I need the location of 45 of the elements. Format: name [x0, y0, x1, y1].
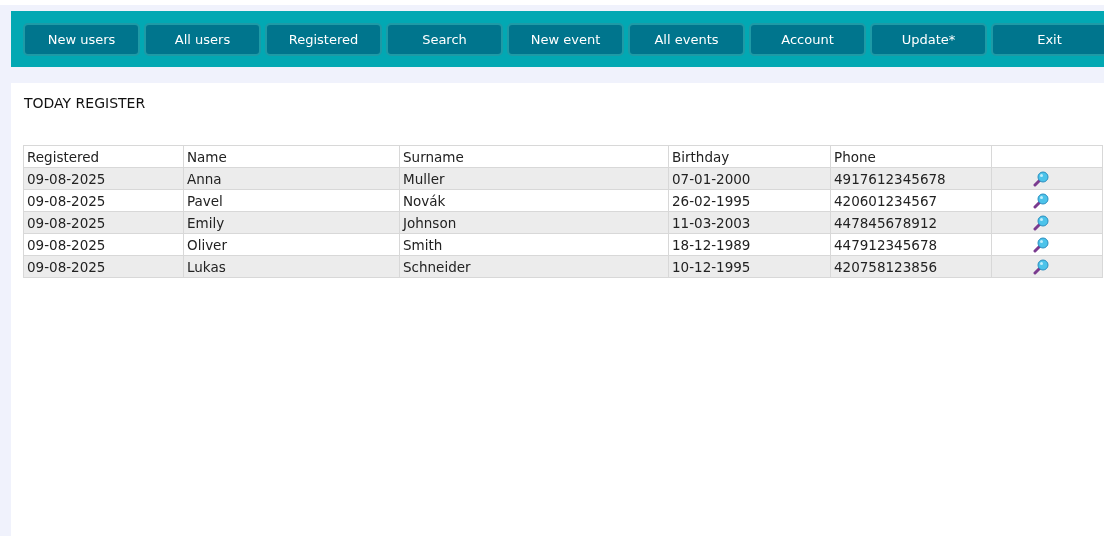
table-cell: Smith — [399, 233, 669, 256]
table-cell: 18-12-1989 — [668, 233, 831, 256]
table-cell: 4917612345678 — [830, 167, 992, 190]
table-cell: 09-08-2025 — [23, 233, 184, 256]
nav-button[interactable]: Search — [386, 22, 503, 56]
table-cell: 447845678912 — [830, 211, 992, 234]
table-cell: 09-08-2025 — [23, 255, 184, 278]
nav-button[interactable]: All events — [628, 22, 745, 56]
nav-button[interactable]: New event — [507, 22, 624, 56]
table-cell: Lukas — [183, 255, 400, 278]
nav-button[interactable]: All users — [144, 22, 261, 56]
magnifier-icon[interactable] — [1033, 258, 1049, 275]
table-cell: 07-01-2000 — [668, 167, 831, 190]
table-cell: 09-08-2025 — [23, 167, 184, 190]
page-title: TODAY REGISTER — [24, 95, 147, 111]
table-cell: 26-02-1995 — [668, 189, 831, 212]
column-header: Name — [183, 145, 400, 168]
nav-button[interactable]: New users — [23, 22, 140, 56]
nav-button[interactable]: Account — [749, 22, 866, 56]
magnifier-icon[interactable] — [1033, 170, 1049, 187]
table-cell: Anna — [183, 167, 400, 190]
table-cell: 09-08-2025 — [23, 189, 184, 212]
table-cell: 420758123856 — [830, 255, 992, 278]
magnifier-icon[interactable] — [1033, 236, 1049, 253]
table-cell: Schneider — [399, 255, 669, 278]
table-cell: 11-03-2003 — [668, 211, 831, 234]
table-cell: Pavel — [183, 189, 400, 212]
column-header: Phone — [830, 145, 992, 168]
column-header: Registered — [23, 145, 184, 168]
table-cell: 420601234567 — [830, 189, 992, 212]
table-cell: Novák — [399, 189, 669, 212]
column-header: Surname — [399, 145, 669, 168]
table-cell: 447912345678 — [830, 233, 992, 256]
table-cell: Oliver — [183, 233, 400, 256]
nav-button[interactable]: Update* — [870, 22, 987, 56]
table-cell: Emily — [183, 211, 400, 234]
nav-button[interactable]: Registered — [265, 22, 382, 56]
table-cell: 09-08-2025 — [23, 211, 184, 234]
table-cell: Muller — [399, 167, 669, 190]
magnifier-icon[interactable] — [1033, 192, 1049, 209]
table-cell: Johnson — [399, 211, 669, 234]
column-header: Birthday — [668, 145, 831, 168]
nav-button[interactable]: Exit — [991, 22, 1104, 56]
magnifier-icon[interactable] — [1033, 214, 1049, 231]
table-cell: 10-12-1995 — [668, 255, 831, 278]
